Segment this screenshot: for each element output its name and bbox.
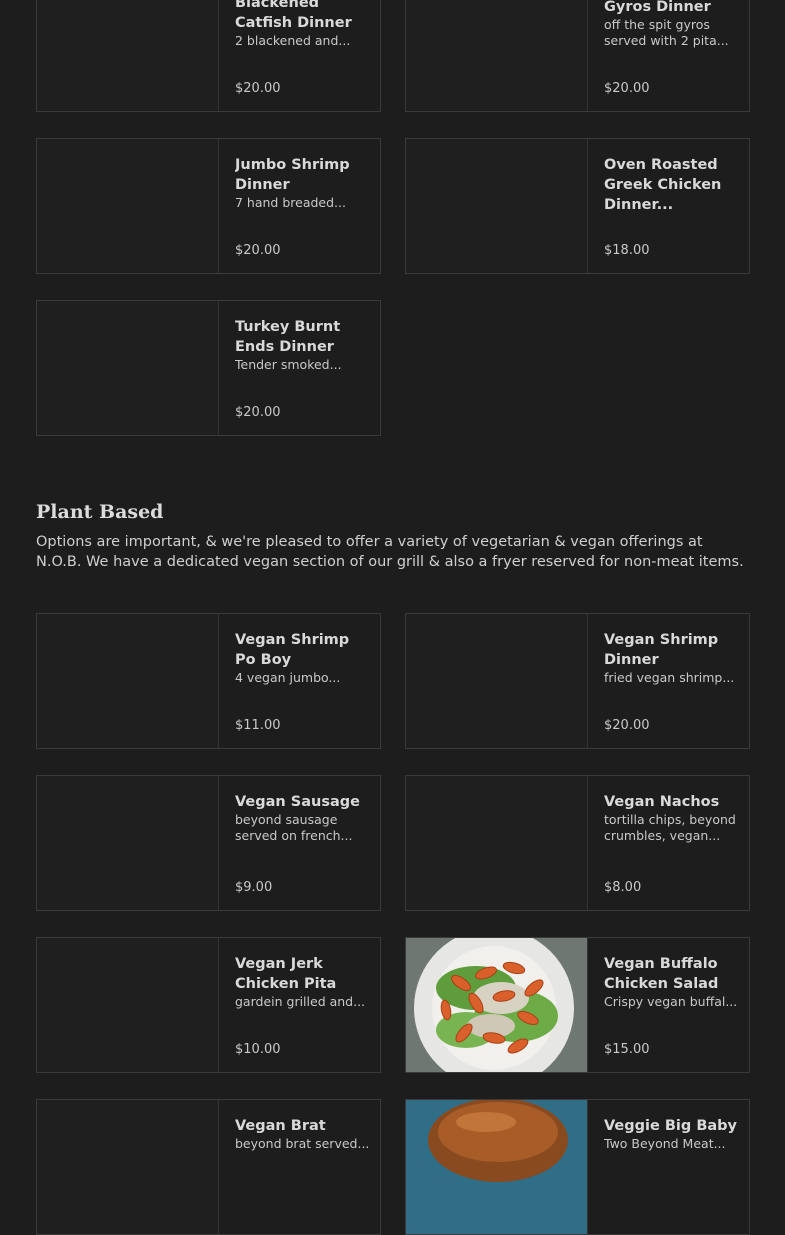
item-photo — [406, 938, 588, 1072]
burger-photo-illustration — [406, 1100, 587, 1234]
item-image-placeholder — [406, 0, 588, 111]
item-description: 7 hand breaded... — [235, 195, 346, 210]
item-name: Vegan Shrimp Dinner — [604, 632, 719, 668]
item-price: $20.00 — [604, 81, 650, 96]
item-description: 2 blackened and... — [235, 33, 351, 48]
item-price: $10.00 — [235, 1042, 281, 1057]
item-photo — [406, 1100, 588, 1234]
item-image-placeholder — [37, 0, 219, 111]
item-price: $15.00 — [604, 1042, 650, 1057]
menu-item-card[interactable]: Veggie Big Baby Two Beyond Meat... — [405, 1099, 750, 1235]
item-name: Vegan Shrimp Po Boy — [235, 632, 350, 668]
item-name: Vegan Nachos — [604, 794, 720, 810]
item-description: tortilla chips, beyond crumbles, vegan..… — [604, 812, 736, 843]
section-description: Options are important, & we're pleased t… — [36, 534, 744, 570]
item-description: fried vegan shrimp... — [604, 670, 735, 685]
item-price: $20.00 — [235, 81, 281, 96]
item-description: gardein grilled and... — [235, 994, 366, 1009]
item-image-placeholder — [406, 139, 588, 273]
menu-item-card[interactable]: Vegan Nachos tortilla chips, beyond crum… — [405, 775, 750, 911]
item-image-placeholder — [37, 614, 219, 748]
menu-item-card[interactable]: Vegan Sausage beyond sausage served on f… — [36, 775, 381, 911]
item-description: 4 vegan jumbo... — [235, 670, 341, 685]
item-image-placeholder — [406, 614, 588, 748]
menu-item-card[interactable]: Blackened Catfish Dinner 2 blackened and… — [36, 0, 381, 112]
menu-item-card[interactable]: Vegan Buffalo Chicken Salad Crispy vegan… — [405, 937, 750, 1073]
salad-photo-illustration — [406, 938, 587, 1072]
item-name: Vegan Buffalo Chicken Salad — [604, 956, 719, 992]
item-description: Crispy vegan buffal... — [604, 994, 738, 1009]
item-name: Vegan Brat — [235, 1118, 326, 1134]
menu-item-card[interactable]: Oven Roasted Greek Chicken Dinner... $18… — [405, 138, 750, 274]
item-description: off the spit gyros served with 2 pita... — [604, 17, 729, 48]
item-price: $20.00 — [604, 718, 650, 733]
item-price: $11.00 — [235, 718, 281, 733]
item-name: Oven Roasted Greek Chicken Dinner... — [604, 157, 722, 213]
item-name: Gyros Dinner — [604, 0, 711, 15]
item-price: $20.00 — [235, 405, 281, 420]
menu-item-card[interactable]: Gyros Dinner off the spit gyros served w… — [405, 0, 750, 112]
item-name: Vegan Sausage — [235, 794, 360, 810]
item-name: Blackened Catfish Dinner — [235, 0, 352, 31]
item-image-placeholder — [37, 1100, 219, 1234]
item-description: beyond sausage served on french... — [235, 812, 353, 843]
item-name: Veggie Big Baby — [604, 1118, 737, 1134]
item-price: $20.00 — [235, 243, 281, 258]
item-name: Turkey Burnt Ends Dinner — [235, 319, 341, 355]
menu-item-card[interactable]: Vegan Shrimp Po Boy 4 vegan jumbo... $11… — [36, 613, 381, 749]
item-price: $18.00 — [604, 243, 650, 258]
item-description: beyond brat served... — [235, 1136, 370, 1151]
item-image-placeholder — [406, 776, 588, 910]
menu-item-card[interactable]: Vegan Brat beyond brat served... — [36, 1099, 381, 1235]
section-title: Plant Based — [36, 501, 164, 523]
item-image-placeholder — [37, 139, 219, 273]
item-image-placeholder — [37, 301, 219, 435]
menu-item-card[interactable]: Jumbo Shrimp Dinner 7 hand breaded... $2… — [36, 138, 381, 274]
menu-item-card[interactable]: Turkey Burnt Ends Dinner Tender smoked..… — [36, 300, 381, 436]
menu-item-card[interactable]: Vegan Shrimp Dinner fried vegan shrimp..… — [405, 613, 750, 749]
item-price: $8.00 — [604, 880, 642, 895]
menu-item-card[interactable]: Vegan Jerk Chicken Pita gardein grilled … — [36, 937, 381, 1073]
item-price: $9.00 — [235, 880, 273, 895]
item-description: Two Beyond Meat... — [604, 1136, 726, 1151]
item-image-placeholder — [37, 938, 219, 1072]
item-description: Tender smoked... — [235, 357, 342, 372]
item-name: Vegan Jerk Chicken Pita — [235, 956, 337, 992]
item-image-placeholder — [37, 776, 219, 910]
item-name: Jumbo Shrimp Dinner — [235, 157, 350, 193]
